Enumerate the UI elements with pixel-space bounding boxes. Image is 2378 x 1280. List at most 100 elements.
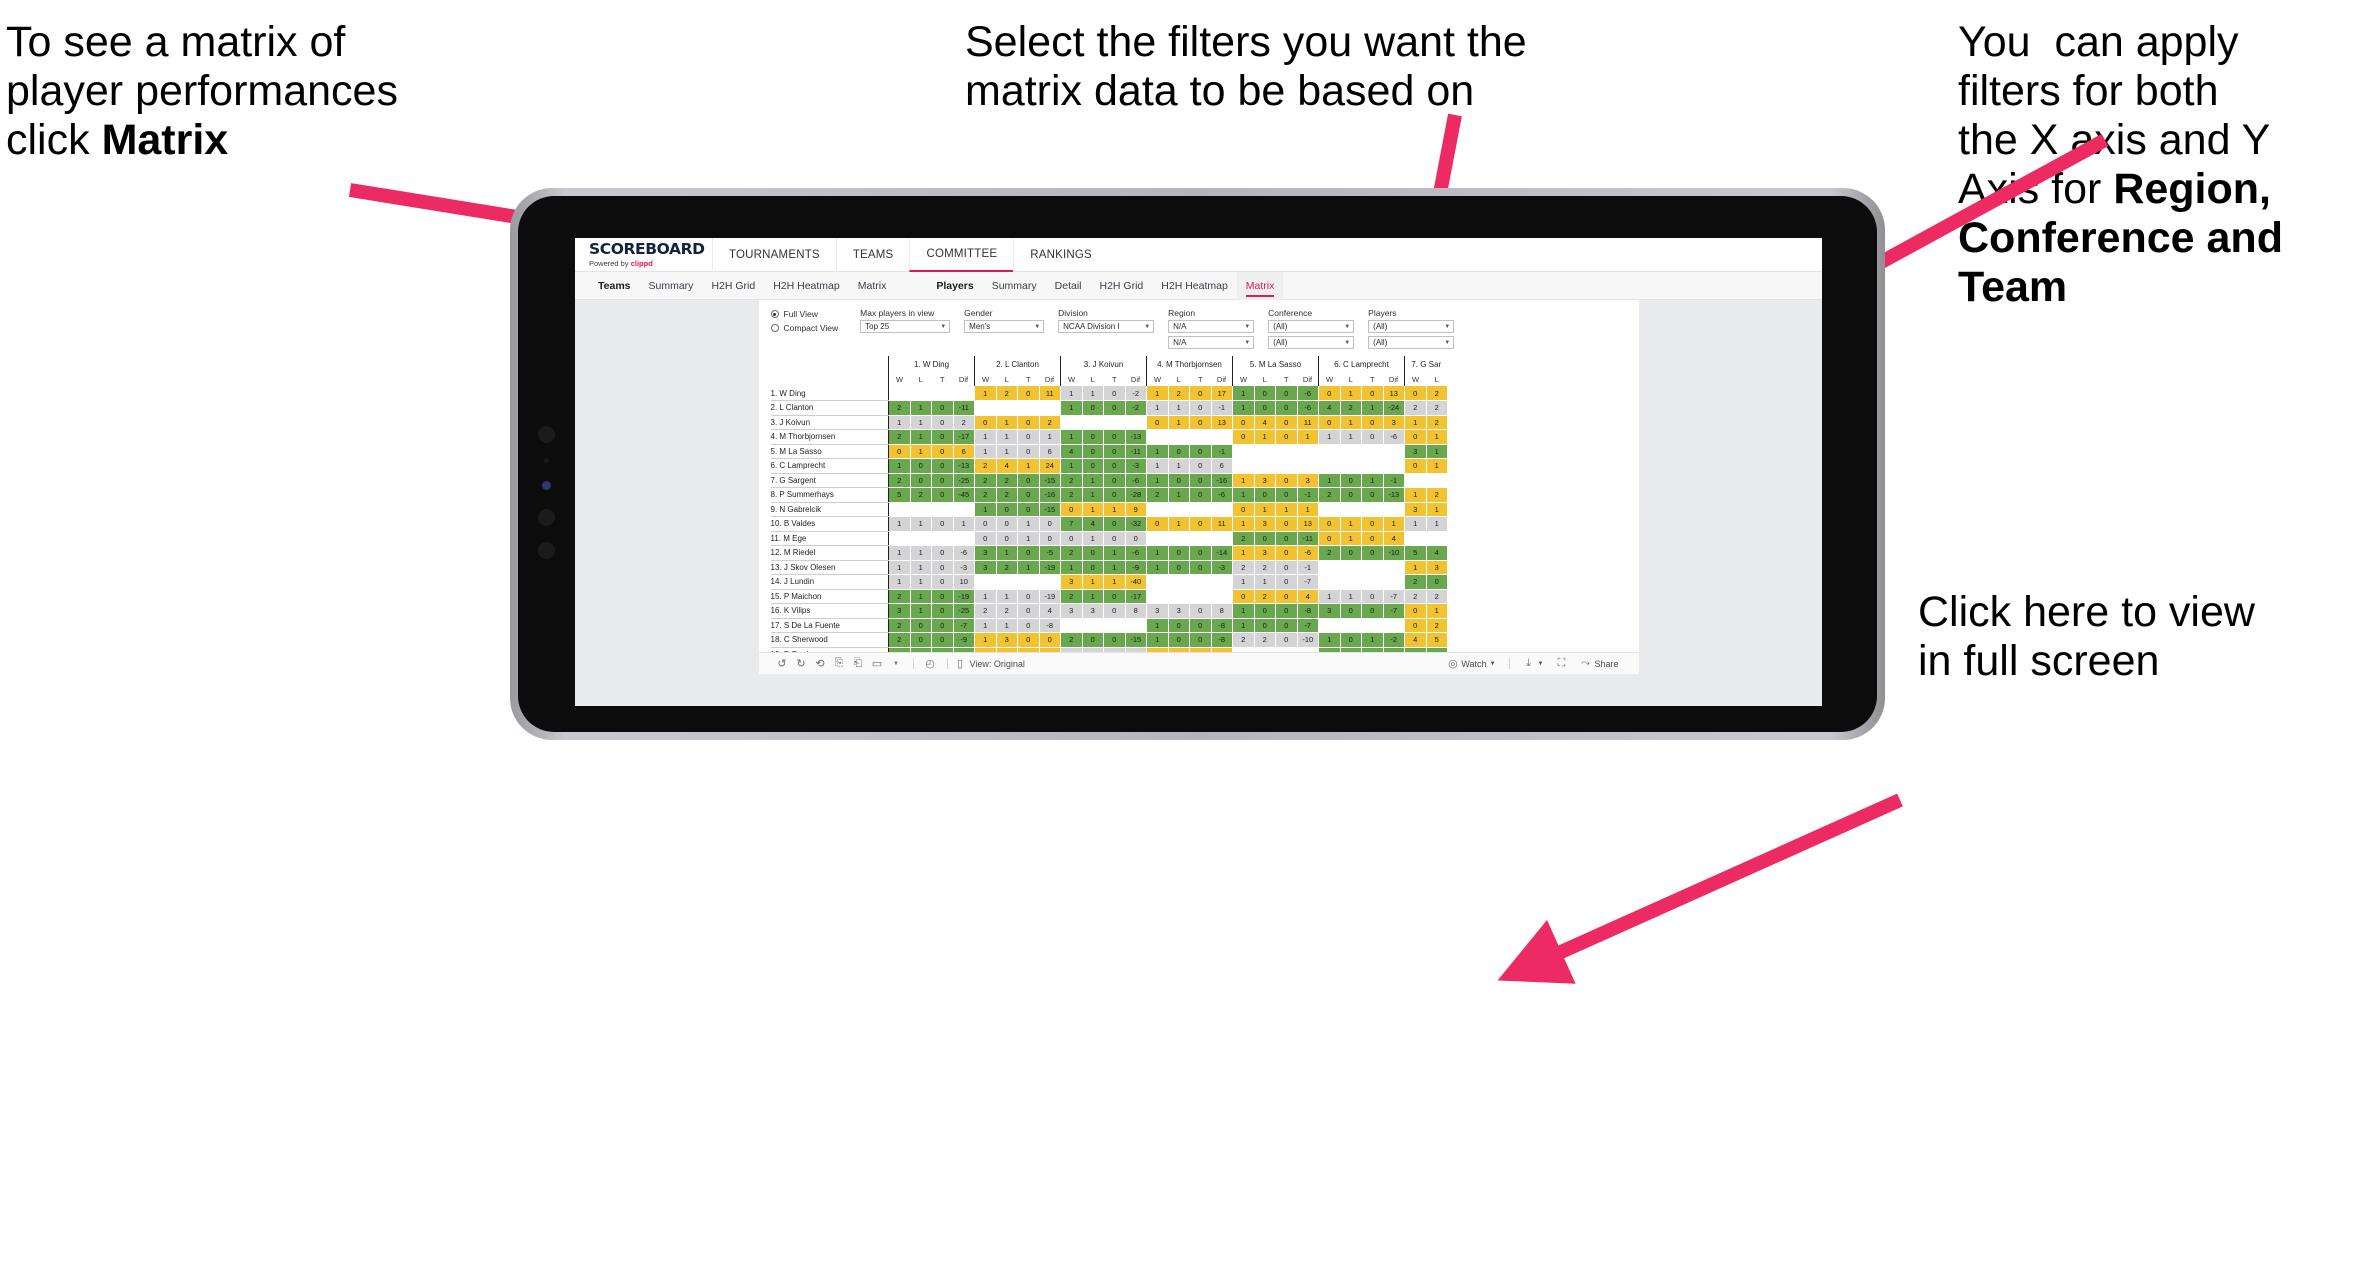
matrix-cell[interactable]: 1 [1318, 473, 1341, 488]
matrix-cell[interactable]: -24 [1383, 400, 1405, 416]
matrix-column-header[interactable]: 2. L Clanton [974, 356, 1061, 372]
matrix-cell[interactable]: 4 [1039, 603, 1061, 619]
matrix-cell[interactable]: -10 [1383, 545, 1405, 561]
matrix-cell[interactable]: 0 [1168, 560, 1190, 575]
matrix-cell[interactable]: 2 [1404, 400, 1427, 416]
matrix-cell[interactable]: 0 [1082, 400, 1104, 416]
matrix-cell[interactable] [1340, 560, 1362, 575]
matrix-cell[interactable]: 3 [1254, 545, 1276, 561]
matrix-row-header[interactable]: 7. G Sargent [770, 473, 889, 488]
matrix-cell[interactable]: 2 [1318, 487, 1341, 503]
matrix-cell[interactable]: 3 [974, 560, 997, 575]
matrix-cell[interactable]: 0 [1103, 386, 1126, 401]
matrix-cell[interactable]: 2 [1060, 545, 1083, 561]
matrix-cell[interactable]: 0 [1340, 603, 1362, 619]
matrix-cell[interactable] [1318, 444, 1341, 459]
matrix-cell[interactable]: -6 [1125, 545, 1147, 561]
matrix-cell[interactable]: 0 [931, 458, 954, 474]
matrix-cell[interactable]: 1 [1232, 574, 1255, 590]
matrix-cell[interactable]: 1 [1017, 458, 1040, 474]
watch-button[interactable]: ◎ Watch ▼ [1447, 657, 1495, 670]
matrix-cell[interactable]: -6 [1383, 429, 1405, 445]
matrix-cell[interactable]: 0 [910, 632, 932, 648]
matrix-cell[interactable]: 0 [1189, 415, 1212, 430]
matrix-cell[interactable]: 13 [1383, 386, 1405, 401]
matrix-cell[interactable]: -5 [1039, 545, 1061, 561]
matrix-cell[interactable]: 0 [1426, 574, 1448, 590]
matrix-cell[interactable] [1383, 574, 1405, 590]
matrix-row-header[interactable]: 9. N Gabrelcik [770, 502, 889, 517]
matrix-row-header[interactable]: 1. W Ding [770, 386, 889, 401]
matrix-cell[interactable]: 0 [931, 560, 954, 575]
matrix-cell[interactable]: 2 [974, 458, 997, 474]
matrix-cell[interactable]: 0 [1404, 386, 1427, 401]
matrix-cell[interactable]: 1 [910, 545, 932, 561]
matrix-cell[interactable]: 2 [996, 386, 1018, 401]
matrix-cell[interactable]: 0 [1340, 632, 1362, 648]
matrix-cell[interactable]: 0 [1232, 415, 1255, 430]
matrix-column-header[interactable]: 7. G Sar [1404, 356, 1448, 372]
matrix-cell[interactable]: 0 [1039, 632, 1061, 648]
matrix-cell[interactable]: 0 [1275, 618, 1298, 633]
matrix-cell[interactable] [1318, 502, 1341, 517]
export-chevron-down-icon[interactable]: ▼ [887, 661, 906, 667]
matrix-cell[interactable]: 1 [1060, 386, 1083, 401]
matrix-cell[interactable]: 1 [1318, 429, 1341, 445]
matrix-row-header[interactable]: 4. M Thorbjornsen [770, 429, 889, 445]
matrix-cell[interactable]: 5 [888, 487, 911, 503]
matrix-cell[interactable]: 0 [910, 618, 932, 633]
matrix-cell[interactable] [1426, 531, 1448, 546]
filter-division-select[interactable]: NCAA Division I ▼ [1058, 320, 1155, 333]
matrix-cell[interactable] [996, 574, 1018, 590]
sub-nav-teams-matrix[interactable]: Matrix [849, 272, 896, 300]
matrix-cell[interactable]: -16 [1039, 487, 1061, 503]
matrix-cell[interactable] [1361, 502, 1384, 517]
matrix-cell[interactable]: 4 [1082, 516, 1104, 532]
matrix-cell[interactable]: 2 [1404, 589, 1427, 604]
matrix-row-header[interactable]: 2. L Clanton [770, 400, 889, 416]
view-mode-compact[interactable]: Compact View [770, 323, 838, 333]
matrix-cell[interactable]: 2 [1060, 473, 1083, 488]
matrix-cell[interactable]: 0 [1232, 429, 1255, 445]
matrix-cell[interactable] [1211, 589, 1233, 604]
matrix-cell[interactable]: -3 [953, 560, 975, 575]
matrix-cell[interactable]: 1 [1361, 473, 1384, 488]
matrix-cell[interactable]: 0 [1082, 632, 1104, 648]
matrix-cell[interactable] [1383, 444, 1405, 459]
fullscreen-button[interactable]: ⛶ [1555, 657, 1567, 670]
matrix-cell[interactable] [1318, 560, 1341, 575]
matrix-cell[interactable]: 0 [1082, 560, 1104, 575]
undo-icon[interactable]: ↺ [773, 657, 792, 670]
matrix-cell[interactable]: 1 [1082, 487, 1104, 503]
matrix-cell[interactable]: 0 [1340, 473, 1362, 488]
matrix-cell[interactable]: 1 [1232, 545, 1255, 561]
matrix-cell[interactable] [1039, 400, 1061, 416]
matrix-cell[interactable]: 0 [1189, 516, 1212, 532]
view-mode-full[interactable]: Full View [770, 309, 839, 319]
matrix-cell[interactable]: 3 [1168, 603, 1190, 619]
matrix-cell[interactable]: 1 [1361, 632, 1384, 648]
matrix-cell[interactable]: 2 [1404, 574, 1427, 590]
matrix-cell[interactable]: 0 [1168, 632, 1190, 648]
matrix-cell[interactable]: 4 [1318, 400, 1341, 416]
matrix-cell[interactable]: 1 [1017, 516, 1040, 532]
matrix-cell[interactable]: 3 [1297, 473, 1319, 488]
matrix-cell[interactable]: 10 [953, 574, 975, 590]
matrix-cell[interactable]: -8 [1039, 618, 1061, 633]
matrix-cell[interactable]: 0 [931, 545, 954, 561]
matrix-cell[interactable]: -13 [1125, 429, 1147, 445]
matrix-cell[interactable] [1340, 618, 1362, 633]
matrix-cell[interactable]: 0 [1017, 429, 1040, 445]
matrix-cell[interactable]: 2 [1426, 589, 1448, 604]
matrix-cell[interactable] [1232, 444, 1255, 459]
matrix-cell[interactable] [1146, 589, 1169, 604]
matrix-cell[interactable]: 4 [1297, 589, 1319, 604]
matrix-cell[interactable] [1211, 531, 1233, 546]
matrix-cell[interactable]: 0 [1189, 618, 1212, 633]
matrix-cell[interactable]: 1 [1168, 400, 1190, 416]
matrix-cell[interactable]: 1 [1232, 603, 1255, 619]
matrix-cell[interactable]: 1 [1426, 603, 1448, 619]
matrix-cell[interactable] [1125, 415, 1147, 430]
matrix-cell[interactable] [1189, 429, 1212, 445]
matrix-cell[interactable]: 1 [1146, 444, 1169, 459]
